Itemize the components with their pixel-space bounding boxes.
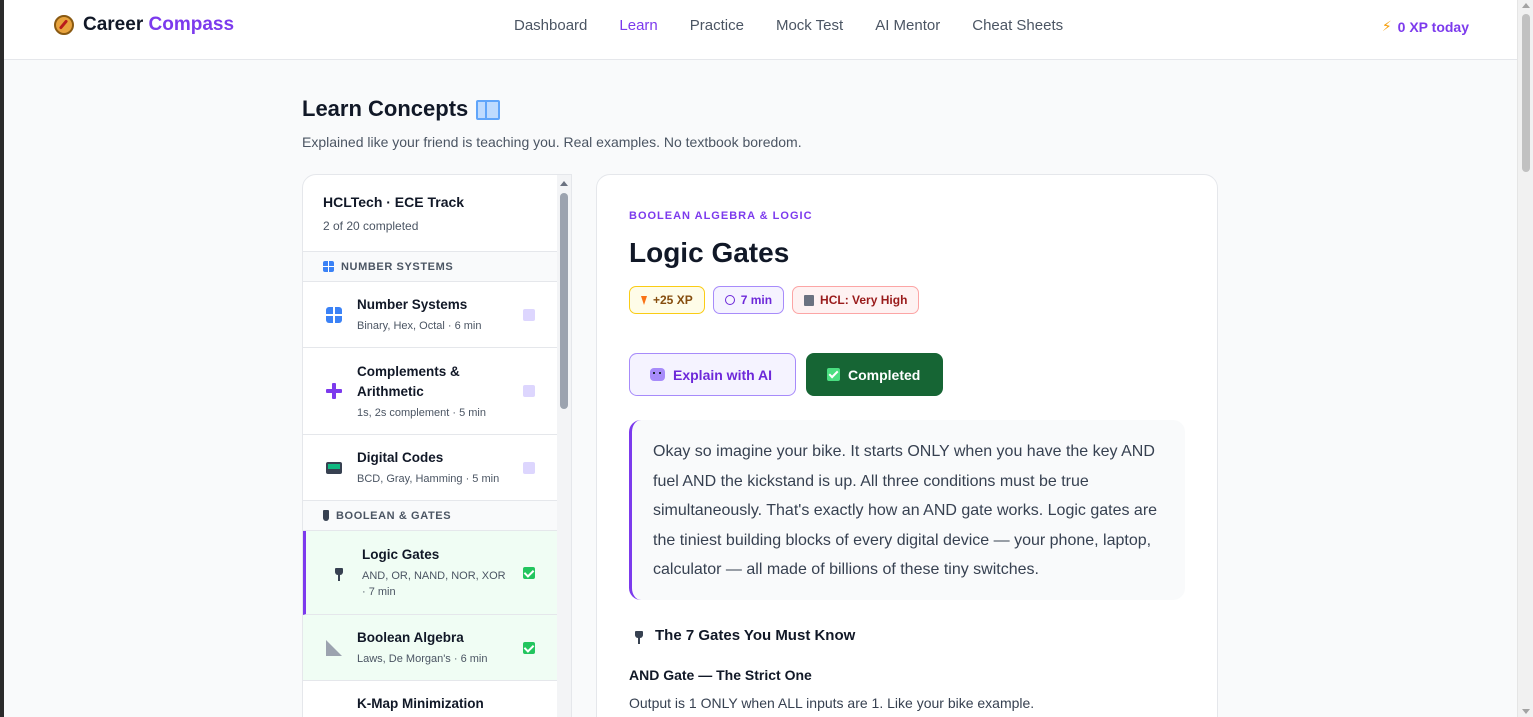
screen-icon <box>326 461 342 474</box>
compass-icon <box>54 15 74 35</box>
plus-icon <box>326 383 342 399</box>
ruler-icon <box>326 639 342 656</box>
pending-icon <box>523 308 535 321</box>
scroll-down-icon[interactable] <box>1522 709 1530 714</box>
pending-icon <box>523 461 535 474</box>
scroll-up-icon[interactable] <box>1522 3 1530 8</box>
building-icon <box>804 294 815 306</box>
track-title: HCLTech · ECE Track <box>323 194 465 210</box>
page-subtitle: Explained like your friend is teaching y… <box>302 134 802 150</box>
check-icon <box>827 368 840 381</box>
grid-icon <box>326 306 342 323</box>
nav-cheat-sheets[interactable]: Cheat Sheets <box>972 17 1063 34</box>
nav-ai-mentor[interactable]: AI Mentor <box>875 17 940 34</box>
lesson-title: Logic Gates <box>629 237 790 268</box>
xp-badge: +25 XP <box>629 286 705 314</box>
clock-icon <box>724 295 735 305</box>
intro-callout: Okay so imagine your bike. It starts ONL… <box>629 420 1185 600</box>
xp-counter: ⚡ 0 XP today <box>1381 18 1469 35</box>
track-header: HCLTech · ECE Track 2 of 20 completed <box>303 175 559 252</box>
book-icon <box>476 100 501 120</box>
section-heading: The 7 Gates You Must Know <box>635 627 855 644</box>
page-scrollbar[interactable] <box>1517 0 1533 717</box>
nav-learn[interactable]: Learn <box>619 17 657 34</box>
nav-dashboard[interactable]: Dashboard <box>514 17 587 34</box>
grid-icon <box>323 261 334 272</box>
pending-icon <box>523 385 535 397</box>
gate-description: Output is 1 ONLY when ALL inputs are 1. … <box>629 695 1035 711</box>
lesson-chips: +25 XP 7 min HCL: Very High <box>629 286 920 314</box>
scrollbar-thumb[interactable] <box>1522 14 1530 172</box>
sidebar-item-complements[interactable]: Complements & Arithmetic 1s, 2s compleme… <box>303 348 559 435</box>
sidebar-scrollbar[interactable] <box>557 175 571 717</box>
window-frame <box>0 0 4 717</box>
lesson-card: BOOLEAN ALGEBRA & LOGIC Logic Gates +25 … <box>596 174 1218 717</box>
page-title: Learn Concepts <box>302 96 501 122</box>
sidebar-item-logic-gates[interactable]: Logic Gates AND, OR, NAND, NOR, XOR · 7 … <box>303 531 559 615</box>
brand-name: Career Compass <box>83 14 235 35</box>
lesson-actions: Explain with AI Completed <box>629 353 943 396</box>
robot-icon <box>650 368 665 381</box>
plug-icon <box>323 510 329 521</box>
scrollbar-thumb[interactable] <box>560 193 568 409</box>
lesson-category: BOOLEAN ALGEBRA & LOGIC <box>629 210 813 222</box>
nav-practice[interactable]: Practice <box>690 17 744 34</box>
bolt-icon <box>641 295 647 305</box>
brand-logo[interactable]: Career Compass <box>54 14 234 36</box>
explain-with-ai-button[interactable]: Explain with AI <box>629 353 796 396</box>
track-progress: 2 of 20 completed <box>323 219 419 233</box>
section-boolean-gates: BOOLEAN & GATES <box>303 501 559 531</box>
nav-mock-test[interactable]: Mock Test <box>776 17 843 34</box>
lesson-sidebar: HCLTech · ECE Track 2 of 20 completed NU… <box>302 174 572 717</box>
company-badge: HCL: Very High <box>792 286 920 314</box>
scroll-up-icon[interactable] <box>560 181 568 186</box>
sidebar-item-number-systems[interactable]: Number Systems Binary, Hex, Octal · 6 mi… <box>303 282 559 348</box>
sidebar-item-kmap[interactable]: K-Map Minimization <box>303 681 559 717</box>
sidebar-item-digital-codes[interactable]: Digital Codes BCD, Gray, Hamming · 5 min <box>303 435 559 501</box>
plug-icon <box>635 628 643 644</box>
plug-icon <box>335 565 343 581</box>
check-icon <box>523 566 535 579</box>
duration-badge: 7 min <box>712 286 785 314</box>
section-number-systems: NUMBER SYSTEMS <box>303 252 559 282</box>
main-nav: Dashboard Learn Practice Mock Test AI Me… <box>514 17 1063 34</box>
sidebar-item-boolean-algebra[interactable]: Boolean Algebra Laws, De Morgan's · 6 mi… <box>303 615 559 681</box>
completed-button[interactable]: Completed <box>806 353 943 396</box>
top-navbar: Career Compass Dashboard Learn Practice … <box>4 0 1517 60</box>
gate-title: AND Gate — The Strict One <box>629 667 812 683</box>
check-icon <box>523 641 535 654</box>
bolt-icon: ⚡ <box>1381 18 1392 34</box>
